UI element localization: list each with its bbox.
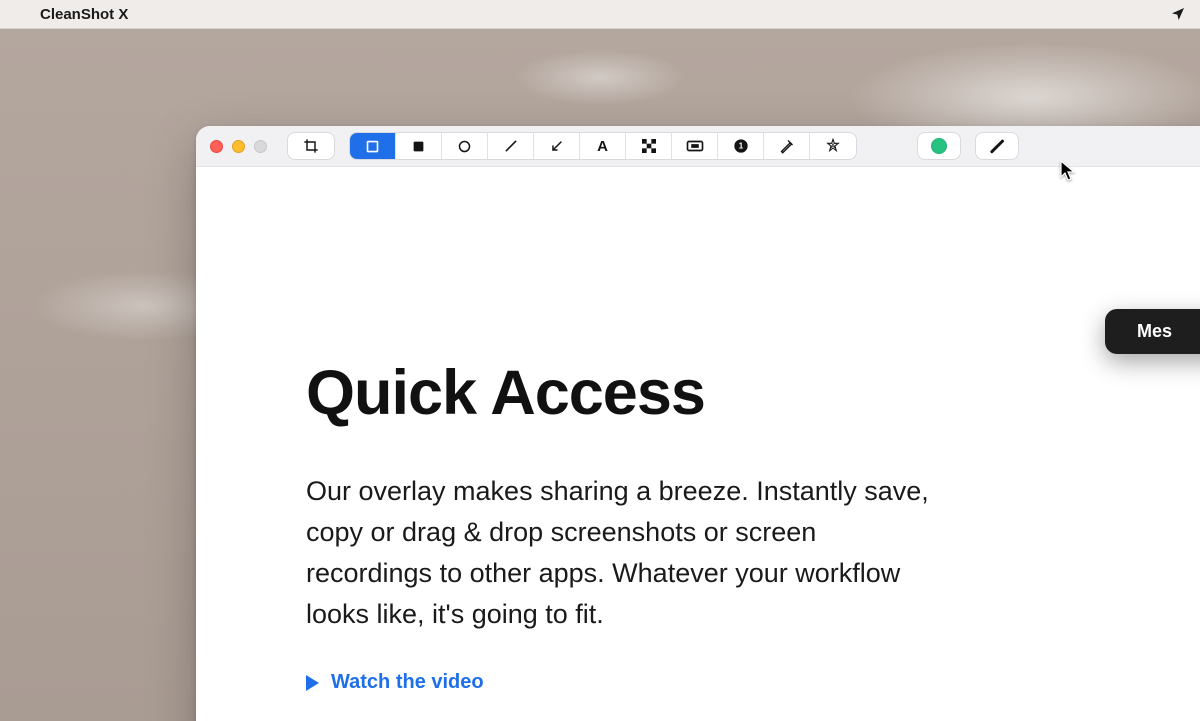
line-tool-button[interactable] <box>488 133 534 159</box>
macos-menubar: CleanShot X <box>0 0 1200 29</box>
stroke-preview-icon <box>990 139 1004 153</box>
window-traffic-lights <box>210 140 267 153</box>
watch-video-label: Watch the video <box>331 671 484 694</box>
content-heading: Quick Access <box>306 357 1186 429</box>
window-maximize-button[interactable] <box>254 140 267 153</box>
window-minimize-button[interactable] <box>232 140 245 153</box>
svg-text:A: A <box>831 144 836 150</box>
counter-tool-button[interactable]: 1 <box>718 133 764 159</box>
auto-shape-tool-button[interactable]: A <box>810 133 856 159</box>
rectangle-tool-button[interactable] <box>350 133 396 159</box>
tool-group-color <box>917 132 961 160</box>
window-close-button[interactable] <box>210 140 223 153</box>
overlay-messages-label: Mes <box>1137 321 1172 342</box>
text-tool-icon: A <box>597 138 608 155</box>
highlight-block-tool-button[interactable] <box>672 133 718 159</box>
editor-canvas-content: Quick Access Our overlay makes sharing a… <box>196 167 1200 721</box>
crop-tool-button[interactable] <box>288 133 334 159</box>
svg-text:1: 1 <box>738 142 743 151</box>
arrow-tool-button[interactable] <box>534 133 580 159</box>
menubar-app-name[interactable]: CleanShot X <box>40 6 128 23</box>
pixelate-tool-button[interactable] <box>626 133 672 159</box>
color-picker-button[interactable] <box>918 133 960 159</box>
tool-group-stroke <box>975 132 1019 160</box>
stroke-width-button[interactable] <box>976 133 1018 159</box>
editor-window: A 1 A <box>196 126 1200 721</box>
watch-video-link[interactable]: Watch the video <box>306 671 1186 694</box>
ellipse-tool-button[interactable] <box>442 133 488 159</box>
play-icon <box>306 675 319 691</box>
tool-group-crop <box>287 132 335 160</box>
content-body: Our overlay makes sharing a breeze. Inst… <box>306 471 946 635</box>
pen-tool-button[interactable] <box>764 133 810 159</box>
text-tool-button[interactable]: A <box>580 133 626 159</box>
overlay-messages-window[interactable]: Mes <box>1105 309 1200 354</box>
location-services-icon[interactable] <box>1170 6 1186 22</box>
filled-rectangle-tool-button[interactable] <box>396 133 442 159</box>
current-color-swatch <box>931 138 947 154</box>
editor-titlebar: A 1 A <box>196 126 1200 167</box>
tool-group-shapes: A 1 A <box>349 132 857 160</box>
